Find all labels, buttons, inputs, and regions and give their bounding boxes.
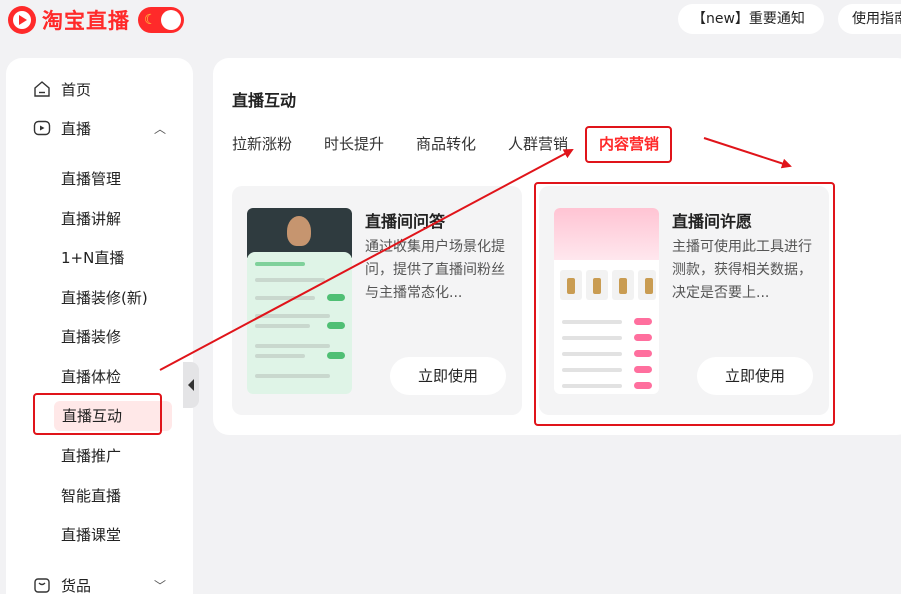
bag-icon bbox=[34, 578, 50, 593]
card-title: 直播间问答 bbox=[365, 212, 446, 231]
guide-button[interactable]: 使用指南 bbox=[838, 4, 901, 34]
tab-conversion[interactable]: 商品转化 bbox=[416, 133, 476, 154]
sidebar-item-goods[interactable]: 货品 ﹀ bbox=[6, 566, 193, 594]
sidebar-item-home[interactable]: 首页 bbox=[6, 70, 193, 108]
brand-name: 淘宝直播 bbox=[42, 9, 130, 33]
sidebar-subitem[interactable]: 1+N直播 bbox=[61, 243, 124, 273]
annotation-box-sidebar bbox=[33, 393, 162, 435]
sidebar-item-label: 货品 bbox=[61, 576, 92, 594]
sidebar-subitem[interactable]: 直播管理 bbox=[61, 164, 121, 194]
sidebar-subitem[interactable]: 直播装修 bbox=[61, 322, 121, 352]
sidebar-subitem[interactable]: 直播体检 bbox=[61, 362, 121, 392]
sidebar-item-label: 直播 bbox=[61, 119, 92, 138]
sidebar-collapse-handle[interactable] bbox=[183, 362, 199, 408]
tab-new-fans[interactable]: 拉新涨粉 bbox=[232, 133, 292, 154]
chevron-down-icon[interactable]: ﹀ bbox=[154, 577, 166, 594]
sidebar-subitem[interactable]: 直播讲解 bbox=[61, 204, 121, 234]
qa-preview-image bbox=[247, 208, 352, 394]
tab-audience[interactable]: 人群营销 bbox=[508, 133, 568, 154]
tab-watch-time[interactable]: 时长提升 bbox=[324, 133, 384, 154]
sidebar-item-label: 首页 bbox=[61, 80, 92, 99]
sidebar-subitem[interactable]: 直播课堂 bbox=[61, 520, 121, 550]
tool-card-qa[interactable]: 直播间问答 通过收集用户场景化提问，提供了直播间粉丝与主播常态化... 立即使用 bbox=[232, 186, 522, 415]
sidebar-item-live[interactable]: 直播 ︿ bbox=[6, 109, 193, 147]
notice-button[interactable]: 【new】重要通知 bbox=[678, 4, 824, 34]
card-description: 通过收集用户场景化提问，提供了直播间粉丝与主播常态化... bbox=[365, 239, 505, 301]
live-icon bbox=[33, 120, 51, 136]
theme-toggle[interactable]: ☾ bbox=[138, 7, 184, 33]
sidebar: 首页 直播 ︿ 直播管理 直播讲解 1+N直播 直播装修(新) 直播装修 直播体… bbox=[6, 58, 193, 594]
top-bar: 淘宝直播 ☾ 【new】重要通知 使用指南 bbox=[0, 0, 901, 40]
use-now-button[interactable]: 立即使用 bbox=[390, 357, 506, 395]
sidebar-subitem[interactable]: 直播装修(新) bbox=[61, 283, 148, 313]
page-title: 直播互动 bbox=[232, 91, 297, 110]
annotation-box-card bbox=[534, 182, 835, 426]
sidebar-subitem[interactable]: 直播推广 bbox=[61, 441, 121, 471]
sidebar-subitem[interactable]: 智能直播 bbox=[61, 481, 121, 511]
chevron-up-icon[interactable]: ︿ bbox=[154, 120, 166, 137]
home-icon bbox=[34, 81, 50, 97]
moon-icon: ☾ bbox=[144, 12, 157, 28]
toggle-knob bbox=[161, 10, 181, 30]
play-logo-icon bbox=[8, 6, 36, 34]
annotation-box-tab bbox=[585, 126, 672, 163]
brand-logo[interactable]: 淘宝直播 ☾ bbox=[8, 5, 184, 35]
